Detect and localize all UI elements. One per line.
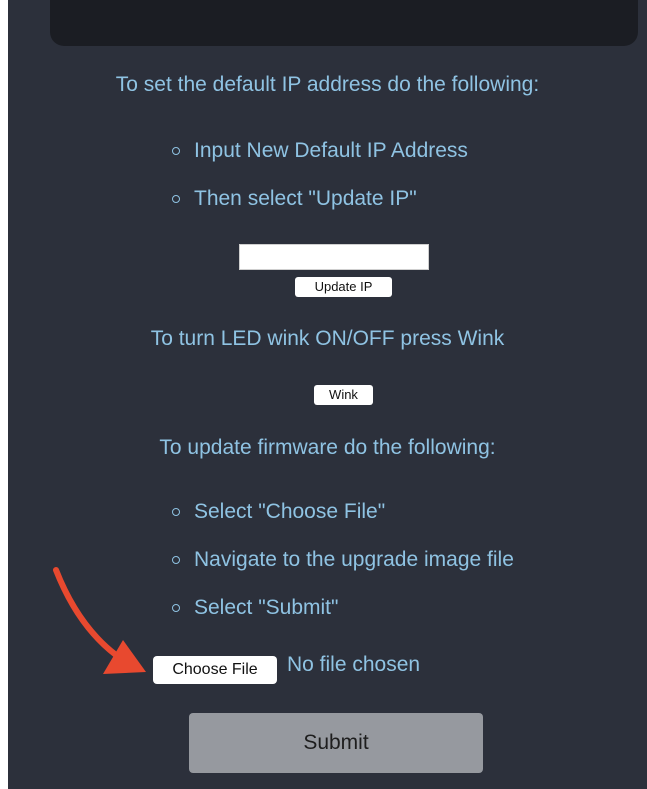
red-arrow-icon [53,567,146,674]
